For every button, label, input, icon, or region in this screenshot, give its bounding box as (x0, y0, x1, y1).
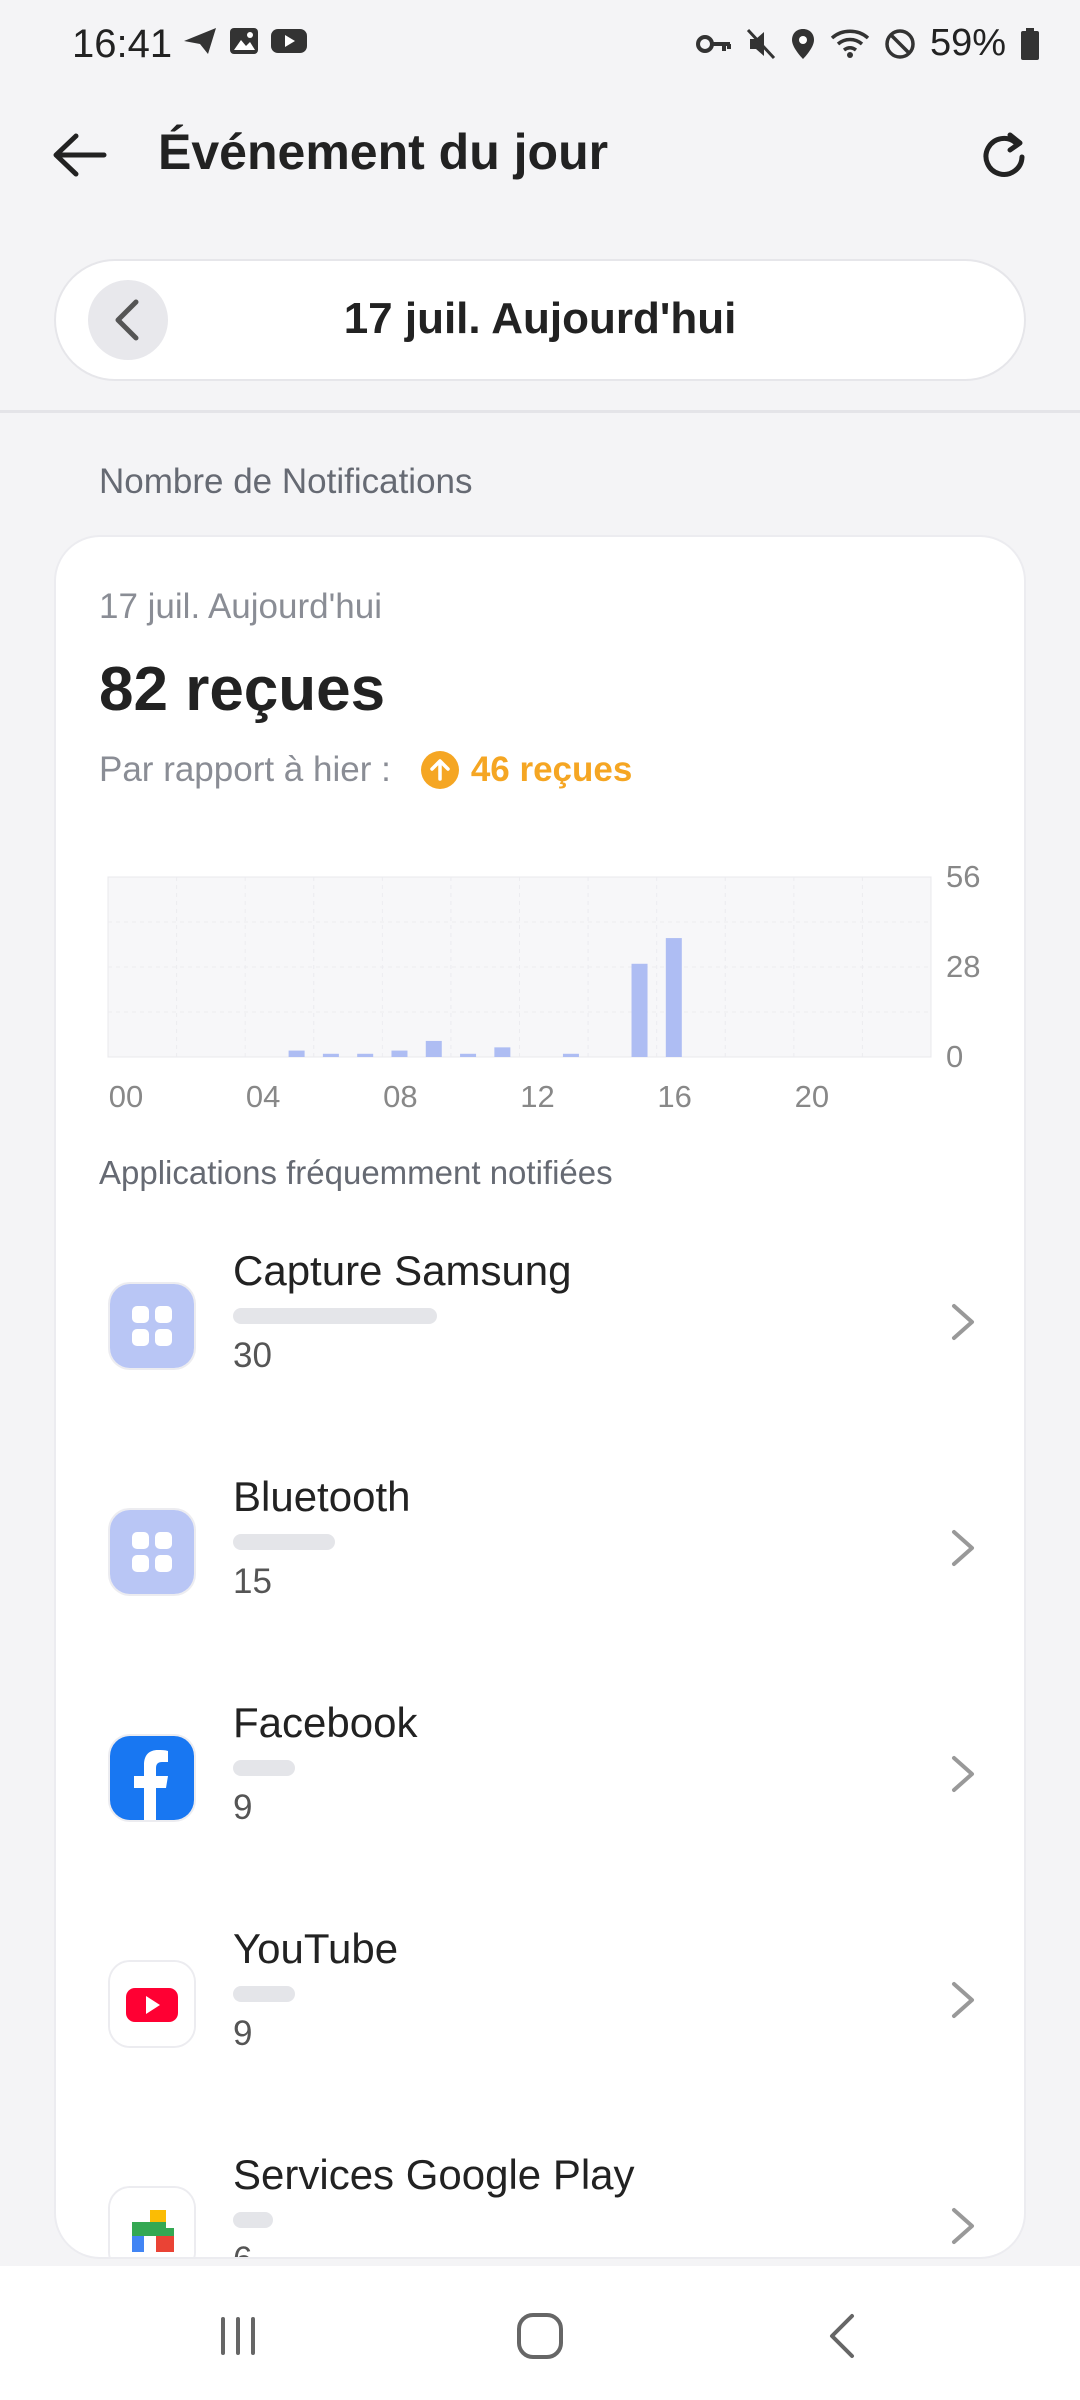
chart-x-tick-label: 16 (657, 1079, 691, 1114)
app-name: YouTube (233, 1925, 399, 1972)
app-count: 9 (233, 2014, 253, 2053)
system-back-button[interactable] (792, 2296, 892, 2376)
chart-bar (631, 963, 648, 1057)
status-bar: 16:41 59% (0, 0, 1080, 95)
samsung-capture-icon (110, 1284, 194, 1368)
comparison-value: 46 reçues (470, 750, 633, 789)
chart-y-tick-label: 28 (946, 949, 980, 984)
google-play-services-icon (110, 2188, 194, 2257)
header-divider (0, 410, 1080, 413)
chart-bar (494, 1047, 511, 1057)
app-name: Capture Samsung (233, 1247, 572, 1294)
comparison-label: Par rapport à hier : (99, 750, 391, 789)
notifications-card: 17 juil. Aujourd'hui 82 reçues Par rappo… (56, 537, 1024, 2257)
home-icon (517, 2313, 563, 2359)
battery-percent: 59% (929, 22, 1006, 64)
status-left-icons (182, 26, 308, 56)
chart-bar (665, 938, 682, 1057)
chart-bar (391, 1050, 408, 1057)
app-usage-bar (233, 2212, 273, 2228)
facebook-icon (110, 1736, 194, 1820)
navigation-bar (0, 2266, 1080, 2400)
mute-icon (746, 28, 776, 59)
chart-x-tick-label: 20 (795, 1079, 829, 1114)
selected-date: 17 juil. Aujourd'hui (343, 294, 737, 343)
chevron-right-icon (938, 2196, 988, 2256)
app-row[interactable]: Bluetooth 15 (56, 1463, 1024, 1633)
chart-bar (288, 1050, 305, 1057)
battery-icon (1021, 27, 1039, 60)
chart-bar (425, 1040, 442, 1057)
recents-icon (221, 2317, 255, 2355)
chart-x-tick-label: 12 (520, 1079, 554, 1114)
location-icon (791, 28, 814, 59)
chart-x-tick-label: 00 (109, 1079, 143, 1114)
app-usage-bar (233, 1534, 335, 1550)
app-usage-bar (233, 1986, 295, 2002)
chart-bar (562, 1053, 579, 1057)
app-count: 9 (233, 1788, 253, 1827)
refresh-icon (983, 132, 1025, 177)
app-row[interactable]: Capture Samsung 30 (56, 1237, 1024, 1407)
chart-y-tick-label: 56 (946, 859, 980, 894)
app-name: Services Google Play (233, 2151, 635, 2198)
chart-y-tick-label: 0 (946, 1039, 963, 1074)
wifi-icon (830, 29, 870, 58)
chevron-right-icon (938, 1292, 988, 1352)
arrow-left-icon (53, 133, 107, 177)
image-icon (230, 28, 258, 54)
app-bar: Événement du jour (0, 95, 1080, 215)
notifications-section-title: Nombre de Notifications (99, 462, 473, 501)
card-date: 17 juil. Aujourd'hui (99, 587, 382, 626)
status-time: 16:41 (72, 22, 173, 66)
bluetooth-app-icon (110, 1510, 194, 1594)
send-icon (184, 28, 216, 54)
comparison-change: 46 reçues (420, 750, 633, 790)
youtube-icon (110, 1962, 194, 2046)
back-button[interactable] (40, 120, 120, 190)
app-name: Facebook (233, 1699, 418, 1746)
chart-bar (357, 1053, 374, 1057)
recents-button[interactable] (188, 2296, 288, 2376)
app-count: 6 (233, 2240, 252, 2257)
chevron-right-icon (938, 1518, 988, 1578)
chevron-right-icon (938, 1970, 988, 2030)
date-selector: 17 juil. Aujourd'hui (56, 261, 1024, 379)
hourly-notifications-chart: 00 04 08 12 16 20 56 28 0 (107, 859, 980, 1114)
app-row[interactable]: YouTube 9 (56, 1915, 1024, 2085)
status-right-icons: 59% (695, 22, 1040, 65)
refresh-button[interactable] (964, 117, 1044, 197)
chart-bar (322, 1053, 339, 1057)
home-button[interactable] (490, 2296, 590, 2376)
app-count: 15 (233, 1562, 272, 1601)
notifications-total: 82 reçues (99, 655, 386, 724)
app-usage-bar (233, 1760, 295, 1776)
chevron-right-icon (938, 1744, 988, 1804)
youtube-icon (271, 29, 307, 53)
app-row[interactable]: Services Google Play 6 (56, 2141, 1024, 2257)
back-icon (830, 2314, 854, 2358)
app-count: 30 (233, 1336, 272, 1375)
do-not-disturb-icon (885, 28, 915, 59)
chart-bar (460, 1053, 477, 1057)
app-usage-bar (233, 1308, 437, 1324)
key-icon (695, 34, 731, 53)
chart-x-tick-label: 04 (246, 1079, 280, 1114)
chart-x-tick-label: 08 (383, 1079, 417, 1114)
apps-section-title: Applications fréquemment notifiées (99, 1154, 613, 1191)
app-row[interactable]: Facebook 9 (56, 1689, 1024, 1859)
arrow-up-icon (420, 751, 459, 789)
comparison-row: Par rapport à hier : 46 reçues (99, 750, 632, 790)
app-name: Bluetooth (233, 1473, 411, 1520)
page-title: Événement du jour (158, 124, 609, 180)
